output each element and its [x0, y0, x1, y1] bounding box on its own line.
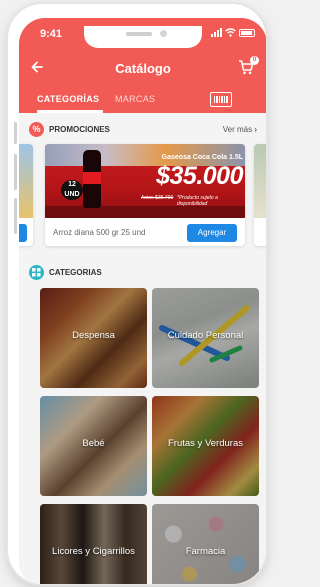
promo-old-price: Antes $36.700: [141, 195, 174, 201]
categories-header: CATEGORIAS: [19, 264, 266, 284]
units-badge: 12 UND: [61, 180, 83, 200]
category-cuidado-personal[interactable]: Cuidado Personal: [152, 288, 259, 388]
add-to-cart-button[interactable]: Agregar: [187, 224, 237, 242]
cart-button[interactable]: 0: [238, 56, 259, 77]
app-header: 9:41 Catálogo 0 CATEGORÍAS MARCAS: [19, 18, 266, 113]
categories-title: CATEGORIAS: [49, 268, 102, 277]
image-overlay: [152, 504, 259, 584]
status-time: 9:41: [40, 28, 63, 40]
notch: [84, 26, 202, 48]
tab-categorias[interactable]: CATEGORÍAS: [37, 94, 99, 104]
category-label: Frutas y Verduras: [168, 438, 243, 449]
percent-icon: %: [29, 122, 44, 137]
see-more-label: Ver más: [222, 125, 253, 134]
battery-icon: [239, 28, 255, 37]
promo-card[interactable]: 12 UND Gaseosa Coca Cola 1.5L $35.000 An…: [45, 144, 245, 246]
phone-side-button: [14, 122, 17, 144]
category-frutas-verduras[interactable]: Frutas y Verduras: [152, 396, 259, 496]
promo-note: *Producto sujeto a disponibilidad: [177, 195, 218, 207]
app-screen: 9:41 Catálogo 0 CATEGORÍAS MARCAS % PROM…: [19, 18, 266, 584]
status-bar: 9:41: [19, 26, 266, 48]
front-camera: [160, 30, 167, 37]
tab-marcas[interactable]: MARCAS: [115, 94, 155, 104]
category-bebe[interactable]: Bebé: [40, 396, 147, 496]
cart-count-badge: 0: [250, 56, 259, 65]
promo-product-name: Arroz diana 500 gr 25 und: [53, 228, 146, 237]
category-label: Farmacia: [185, 546, 226, 557]
wifi-icon: [225, 28, 236, 37]
phone-side-button: [14, 154, 17, 190]
promo-card-prev[interactable]: [19, 144, 33, 246]
promotions-header: % PROMOCIONES Ver más ›: [19, 121, 266, 141]
category-label: Bebé: [82, 438, 105, 449]
chevron-right-icon: ›: [254, 125, 257, 134]
category-label: Licores y Cigarrillos: [52, 546, 135, 557]
category-licores-cigarrillos[interactable]: Licores y Cigarrillos: [40, 504, 147, 584]
promo-price: $35.000: [156, 162, 243, 190]
phone-frame: 9:41 Catálogo 0 CATEGORÍAS MARCAS % PROM…: [8, 4, 266, 584]
active-tab-indicator: [37, 110, 103, 113]
promo-band: [45, 206, 245, 218]
bottle-label: [83, 172, 101, 184]
status-icons: [211, 28, 255, 37]
promotions-title: PROMOCIONES: [49, 125, 110, 134]
units-badge-text: 12 UND: [64, 181, 80, 198]
category-label: Cuidado Personal: [167, 330, 244, 341]
signal-icon: [211, 28, 222, 37]
speaker: [126, 32, 152, 36]
image-overlay: [40, 504, 147, 584]
promo-banner-image: 12 UND Gaseosa Coca Cola 1.5L $35.000 An…: [45, 144, 245, 218]
promo-card-next[interactable]: [254, 144, 266, 246]
barcode-icon[interactable]: [210, 92, 232, 107]
page-title: Catálogo: [115, 61, 171, 76]
category-despensa[interactable]: Despensa: [40, 288, 147, 388]
tab-bar: CATEGORÍAS MARCAS: [19, 91, 266, 113]
category-label: Despensa: [72, 330, 115, 341]
category-farmacia[interactable]: Farmacia: [152, 504, 259, 584]
phone-side-button: [14, 198, 17, 234]
grid-icon: [29, 265, 44, 280]
top-app-bar: Catálogo 0: [19, 56, 266, 80]
promo-brand-text: Gaseosa Coca Cola 1.5L: [161, 154, 243, 161]
see-more-link[interactable]: Ver más ›: [223, 125, 257, 134]
